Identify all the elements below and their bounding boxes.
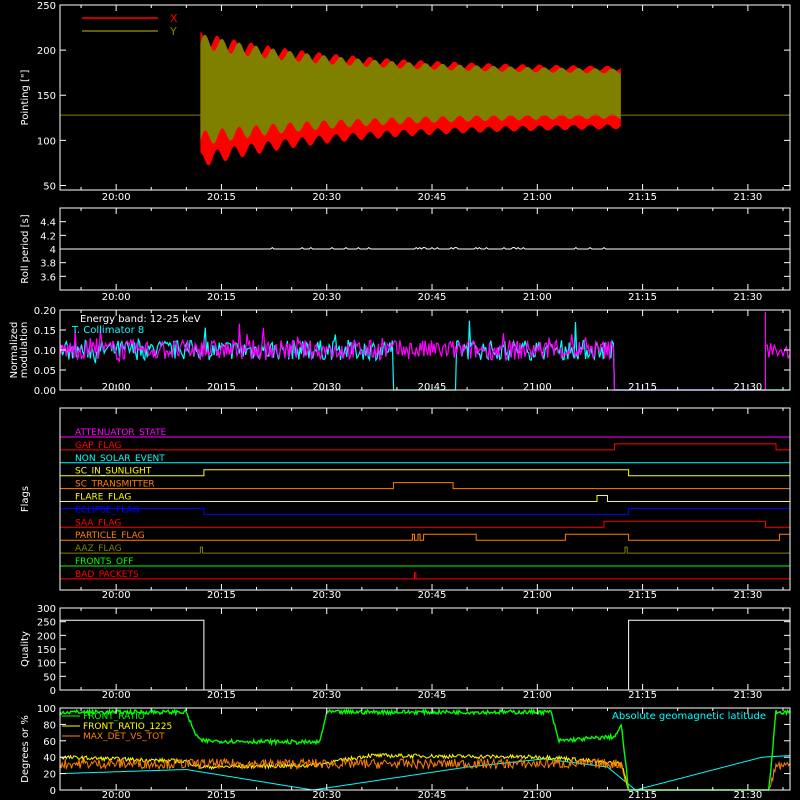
time-tick-label: 21:00 (523, 690, 552, 701)
y-tick-label: 20 (43, 770, 56, 781)
time-tick-label: 20:15 (207, 382, 236, 393)
legend-label: X (170, 12, 178, 25)
time-tick-label: 20:30 (312, 790, 341, 800)
time-tick-label: 20:30 (312, 590, 341, 601)
time-tick-label: 20:00 (102, 790, 131, 800)
time-tick-label: 20:00 (102, 292, 131, 303)
flag-label: ATTENUATOR_STATE (75, 428, 167, 438)
y-tick-label: 80 (43, 720, 56, 731)
time-tick-label: 21:15 (628, 590, 657, 601)
time-tick-label: 20:30 (312, 690, 341, 701)
y-tick-label: 0.15 (34, 326, 56, 337)
time-tick-label: 20:00 (102, 590, 131, 601)
time-tick-label: 21:15 (628, 192, 657, 203)
flag-label: SC_TRANSMITTER (75, 480, 155, 490)
time-tick-label: 21:15 (628, 690, 657, 701)
y-tick-label: 3.8 (40, 259, 56, 270)
legend-label: MAX_DET_VS_TOT (83, 732, 165, 742)
y-axis-label: Flags (20, 486, 31, 512)
flag-label: NON_SOLAR_EVENT (75, 454, 165, 464)
y-tick-label: 200 (37, 46, 56, 57)
y-tick-label: 50 (43, 181, 56, 192)
legend-label: FRONT_RATIO_1225 (83, 722, 172, 732)
y-tick-label: 200 (37, 631, 56, 642)
y-tick-label: 40 (43, 753, 56, 764)
time-tick-label: 21:00 (523, 382, 552, 393)
y-tick-label: 250 (37, 618, 56, 629)
flag-label: PARTICLE_FLAG (75, 531, 145, 541)
time-tick-label: 21:30 (733, 382, 762, 393)
time-tick-label: 20:45 (418, 292, 447, 303)
y-tick-label: 150 (37, 645, 56, 656)
y-axis-label: Degrees or % (20, 715, 31, 783)
time-tick-label: 21:15 (628, 790, 657, 800)
y-axis-label: Quality (20, 631, 31, 667)
y-tick-label: 3.6 (40, 272, 56, 283)
time-tick-label: 20:30 (312, 292, 341, 303)
time-tick-label: 20:30 (312, 382, 341, 393)
y-tick-label: 100 (37, 136, 56, 147)
flag-label: SC_IN_SUNLIGHT (75, 467, 152, 477)
flag-label: BAD_PACKETS (75, 570, 139, 580)
time-tick-label: 21:15 (628, 292, 657, 303)
time-tick-label: 21:30 (733, 690, 762, 701)
legend-label: Y (169, 25, 177, 38)
time-tick-label: 20:45 (418, 690, 447, 701)
time-tick-label: 21:00 (523, 192, 552, 203)
time-tick-label: 20:00 (102, 382, 131, 393)
time-tick-label: 20:15 (207, 790, 236, 800)
time-tick-label: 20:15 (207, 690, 236, 701)
collimator-annotation: T. Collimator 8 (71, 325, 144, 336)
y-tick-label: 4.2 (40, 231, 56, 242)
legend-label: Absolute geomagnetic latitude (612, 711, 766, 722)
flag-label: ECLIPSE_FLAG (75, 505, 139, 515)
time-tick-label: 20:15 (207, 192, 236, 203)
time-tick-label: 21:30 (733, 790, 762, 800)
time-tick-label: 20:45 (418, 790, 447, 800)
y-axis-label: Roll period [s] (20, 214, 31, 283)
time-tick-label: 21:30 (733, 192, 762, 203)
time-tick-label: 20:00 (102, 192, 131, 203)
y-tick-label: 0.20 (34, 306, 56, 317)
energy-band-annotation: Energy band: 12-25 keV (80, 314, 201, 325)
y-axis-label: modulation (19, 322, 30, 379)
time-tick-label: 21:00 (523, 292, 552, 303)
time-tick-label: 20:30 (312, 192, 341, 203)
time-tick-label: 20:15 (207, 292, 236, 303)
time-tick-label: 21:00 (523, 790, 552, 800)
legend-label: FRONT_RATIO (83, 712, 145, 722)
y-tick-label: 300 (37, 604, 56, 615)
flag-label: GAP_FLAG (75, 441, 121, 451)
time-tick-label: 21:15 (628, 382, 657, 393)
y-tick-label: 100 (37, 704, 56, 715)
time-tick-label: 20:45 (418, 382, 447, 393)
y-tick-label: 100 (37, 659, 56, 670)
time-tick-label: 20:00 (102, 690, 131, 701)
time-tick-label: 21:30 (733, 292, 762, 303)
y-tick-label: 250 (37, 1, 56, 12)
flag-label: FLARE_FLAG (75, 493, 131, 503)
y-tick-label: 4 (50, 245, 56, 256)
y-axis-label: Pointing ["] (20, 69, 31, 125)
y-tick-label: 0 (50, 686, 56, 697)
y-tick-label: 0 (50, 786, 56, 797)
y-tick-label: 150 (37, 91, 56, 102)
y-tick-label: 0.10 (34, 346, 56, 357)
time-tick-label: 21:00 (523, 590, 552, 601)
ephemeris-quicklook-figure: XY 20:00 20:15 20:30 20:45 21:00 21:15 21:30 50 1… (0, 0, 800, 800)
y-tick-label: 60 (43, 737, 56, 748)
time-tick-label: 21:30 (733, 590, 762, 601)
flag-label: SAA_FLAG (75, 518, 121, 528)
y-tick-label: 0.05 (34, 366, 56, 377)
y-tick-label: 4.4 (40, 218, 56, 229)
y-tick-label: 50 (43, 672, 56, 683)
time-tick-label: 20:45 (418, 590, 447, 601)
flag-label: FRONTS_OFF (75, 557, 133, 567)
time-tick-label: 20:15 (207, 590, 236, 601)
time-tick-label: 20:45 (418, 192, 447, 203)
flag-label: AAZ_FLAG (75, 544, 122, 554)
y-tick-label: 0.00 (34, 386, 56, 397)
